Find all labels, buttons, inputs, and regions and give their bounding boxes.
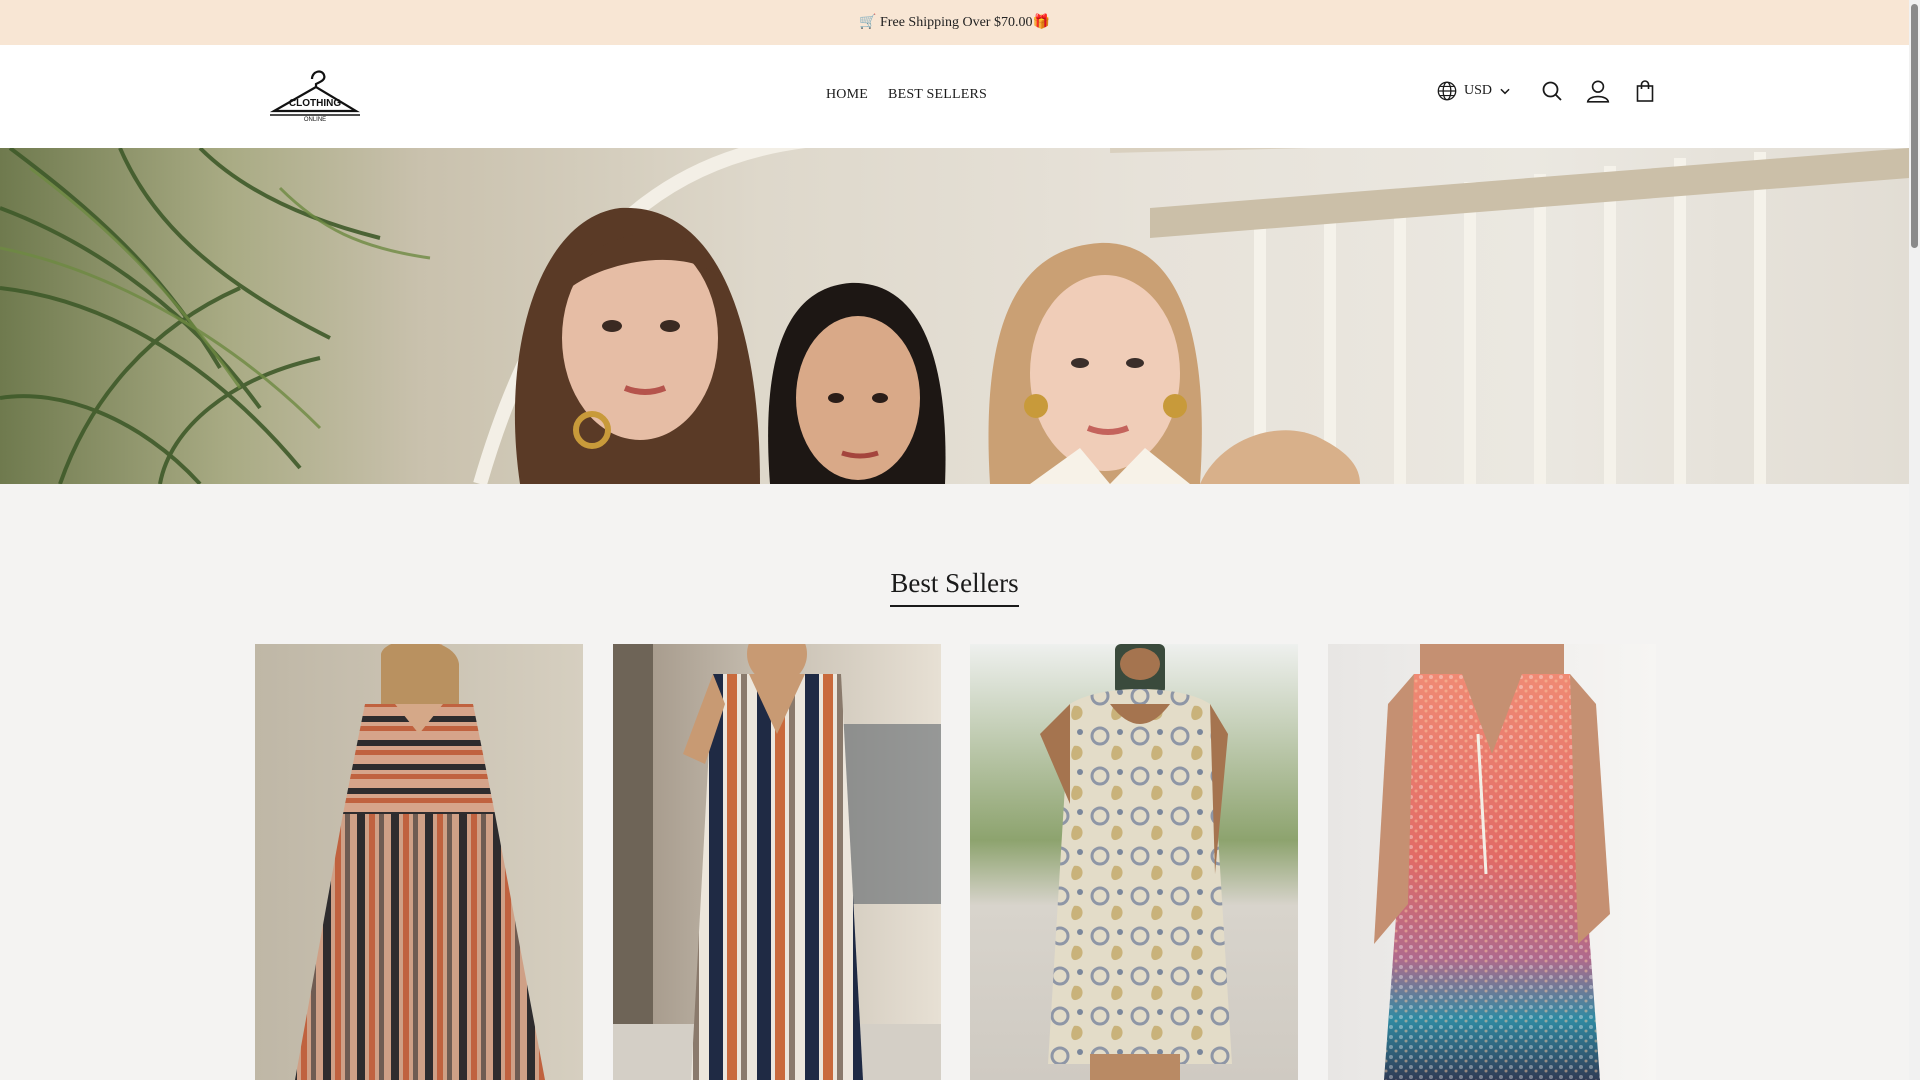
nav-home-link[interactable]: HOME <box>826 87 868 103</box>
currency-selector[interactable]: USD <box>1436 80 1512 102</box>
paisley-print-dress-image <box>970 644 1298 1080</box>
best-sellers-title: Best Sellers <box>890 568 1019 607</box>
currency-label: USD <box>1464 83 1493 98</box>
chevron-down-icon <box>1500 88 1510 95</box>
site-header: CLOTHING ONLINE HOME BEST SELLERS USD <box>0 45 1909 148</box>
hero-banner[interactable] <box>0 148 1909 484</box>
scrollbar-thumb[interactable] <box>1911 4 1918 248</box>
striped-maxi-dress-image <box>255 644 583 1080</box>
main-nav: HOME BEST SELLERS <box>826 87 987 103</box>
account-button[interactable] <box>1584 77 1612 105</box>
best-sellers-heading: Best Sellers <box>0 568 1909 607</box>
globe-icon <box>1437 81 1457 101</box>
product-card-3[interactable] <box>970 644 1298 1080</box>
svg-text:CLOTHING: CLOTHING <box>289 98 341 109</box>
sequin-gradient-sleeveless-dress-image <box>1328 644 1656 1080</box>
brand-logo[interactable]: CLOTHING ONLINE <box>268 65 362 125</box>
user-icon <box>1586 80 1610 103</box>
hanger-logo-icon: CLOTHING ONLINE <box>269 70 360 123</box>
product-card-2[interactable] <box>613 644 941 1080</box>
search-icon <box>1542 81 1562 101</box>
shopping-bag-icon <box>1636 80 1654 102</box>
announcement-text: 🛒 Free Shipping Over $70.00🎁 <box>859 15 1050 30</box>
product-card-1[interactable] <box>255 644 583 1080</box>
svg-text:ONLINE: ONLINE <box>304 117 326 123</box>
vertical-stripe-midi-dress-image <box>613 644 941 1080</box>
product-card-4[interactable] <box>1328 644 1656 1080</box>
page-scrollbar[interactable] <box>1909 0 1920 1080</box>
announcement-bar: 🛒 Free Shipping Over $70.00🎁 <box>0 0 1909 45</box>
header-tools: USD <box>1436 75 1654 107</box>
cart-button[interactable] <box>1631 77 1659 105</box>
hero-banner-image <box>0 148 1909 484</box>
nav-best-sellers-link[interactable]: BEST SELLERS <box>888 87 987 103</box>
search-button[interactable] <box>1538 77 1566 105</box>
